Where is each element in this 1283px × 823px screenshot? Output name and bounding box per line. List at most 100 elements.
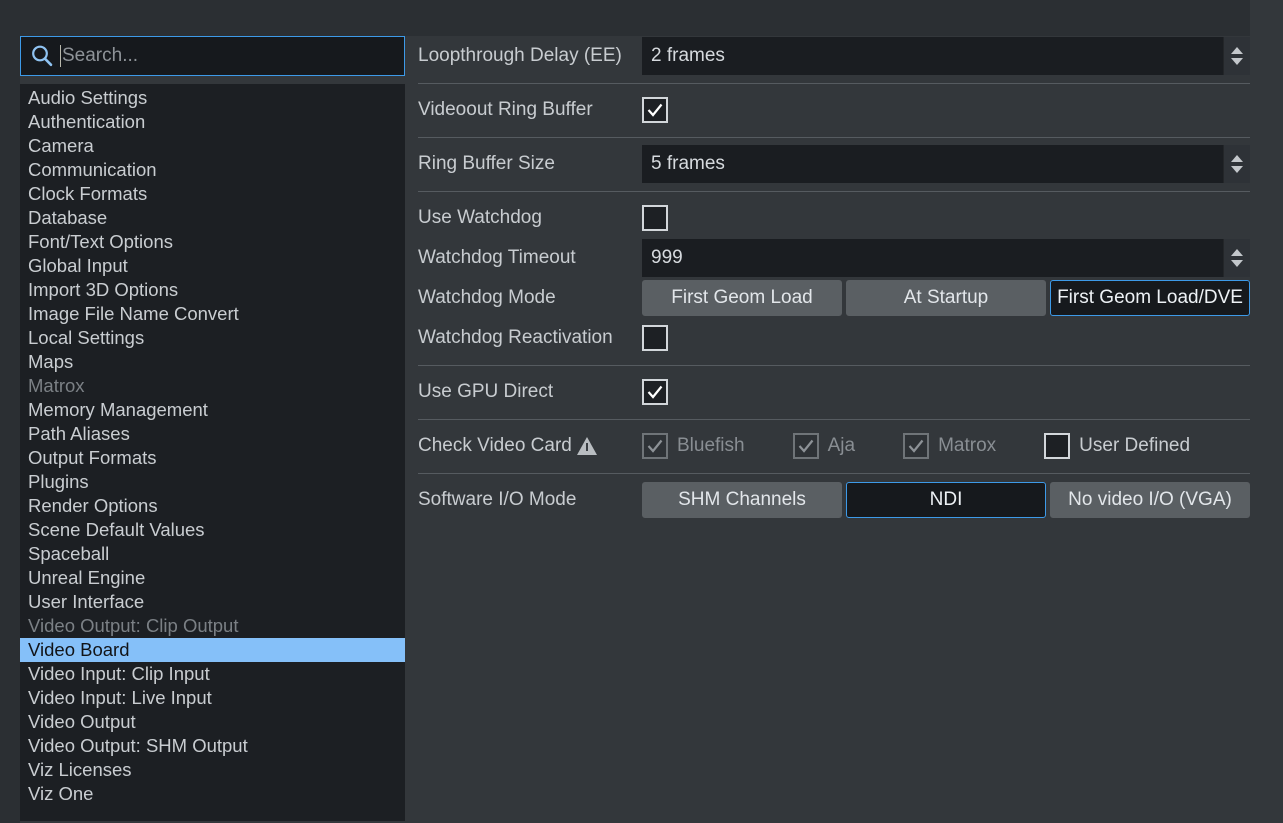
video-board-settings-panel: Loopthrough Delay (EE) Videoout Ring Buf…: [418, 36, 1250, 823]
sidebar-item[interactable]: Render Options: [20, 494, 405, 518]
loopthrough-delay-spinbox[interactable]: [642, 37, 1250, 75]
software-io-mode-option[interactable]: SHM Channels: [642, 482, 842, 518]
video-card-option: Bluefish: [642, 433, 745, 459]
sidebar-item[interactable]: Path Aliases: [20, 422, 405, 446]
sidebar-item[interactable]: Unreal Engine: [20, 566, 405, 590]
sidebar-item[interactable]: Video Output: SHM Output: [20, 734, 405, 758]
video-card-checkbox[interactable]: [1044, 433, 1070, 459]
sidebar-item[interactable]: Memory Management: [20, 398, 405, 422]
divider: [418, 83, 1250, 84]
stepper-down-icon[interactable]: [1231, 166, 1243, 173]
watchdog-reactivation-label: Watchdog Reactivation: [418, 327, 642, 349]
video-card-option: Matrox: [903, 433, 996, 459]
sidebar-item[interactable]: User Interface: [20, 590, 405, 614]
watchdog-timeout-label: Watchdog Timeout: [418, 247, 642, 269]
watchdog-reactivation-checkbox[interactable]: [642, 325, 668, 351]
sidebar-item[interactable]: Video Output: Clip Output: [20, 614, 405, 638]
watchdog-mode-segmented-control[interactable]: First Geom LoadAt StartupFirst Geom Load…: [642, 280, 1250, 316]
sidebar-item[interactable]: Audio Settings: [20, 86, 405, 110]
use-watchdog-label: Use Watchdog: [418, 207, 642, 229]
divider: [418, 191, 1250, 192]
stepper-up-icon[interactable]: [1231, 155, 1243, 162]
check-video-card-options[interactable]: Bluefish Aja Matrox User Defined: [642, 433, 1250, 459]
sidebar-item[interactable]: Spaceball: [20, 542, 405, 566]
video-card-option-label: User Defined: [1079, 435, 1190, 457]
loopthrough-delay-value[interactable]: [642, 38, 1223, 74]
window-right-strip: [1250, 0, 1283, 823]
video-card-checkbox: [903, 433, 929, 459]
divider: [418, 137, 1250, 138]
sidebar-item[interactable]: Clock Formats: [20, 182, 405, 206]
row-ring-buffer-size: Ring Buffer Size: [418, 144, 1250, 184]
sidebar-item[interactable]: Video Input: Live Input: [20, 686, 405, 710]
sidebar-item[interactable]: Communication: [20, 158, 405, 182]
sidebar-item[interactable]: Video Output: [20, 710, 405, 734]
row-loopthrough-delay: Loopthrough Delay (EE): [418, 36, 1250, 76]
row-watchdog-timeout: Watchdog Timeout: [418, 238, 1250, 278]
videoout-ring-buffer-label: Videoout Ring Buffer: [418, 99, 642, 121]
video-card-option-label: Bluefish: [677, 435, 745, 457]
sidebar-item[interactable]: Output Formats: [20, 446, 405, 470]
watchdog-mode-option[interactable]: First Geom Load/DVE: [1050, 280, 1250, 316]
sidebar-item[interactable]: Database: [20, 206, 405, 230]
row-use-gpu-direct: Use GPU Direct: [418, 372, 1250, 412]
sidebar-item[interactable]: Matrox: [20, 374, 405, 398]
software-io-mode-option[interactable]: No video I/O (VGA): [1050, 482, 1250, 518]
settings-sidebar: Audio SettingsAuthenticationCameraCommun…: [20, 36, 405, 823]
software-io-mode-segmented-control[interactable]: SHM ChannelsNDINo video I/O (VGA): [642, 482, 1250, 518]
ring-buffer-size-value[interactable]: [642, 146, 1223, 182]
text-cursor: [60, 45, 61, 67]
watchdog-mode-option[interactable]: At Startup: [846, 280, 1046, 316]
video-card-option-label: Aja: [828, 435, 855, 457]
watchdog-timeout-stepper[interactable]: [1223, 239, 1250, 277]
sidebar-item[interactable]: Video Board: [20, 638, 405, 662]
sidebar-item[interactable]: Font/Text Options: [20, 230, 405, 254]
sidebar-item[interactable]: Local Settings: [20, 326, 405, 350]
software-io-mode-option[interactable]: NDI: [846, 482, 1046, 518]
video-card-option[interactable]: User Defined: [1044, 433, 1190, 459]
ring-buffer-size-label: Ring Buffer Size: [418, 153, 642, 175]
row-watchdog-reactivation: Watchdog Reactivation: [418, 318, 1250, 358]
stepper-down-icon[interactable]: [1231, 58, 1243, 65]
ring-buffer-size-stepper[interactable]: [1223, 145, 1250, 183]
stepper-down-icon[interactable]: [1231, 260, 1243, 267]
watchdog-timeout-value[interactable]: [642, 240, 1223, 276]
sidebar-item[interactable]: Video Input: Clip Input: [20, 662, 405, 686]
watchdog-mode-option[interactable]: First Geom Load: [642, 280, 842, 316]
row-watchdog-mode: Watchdog Mode First Geom LoadAt StartupF…: [418, 278, 1250, 318]
search-input[interactable]: [62, 42, 404, 70]
sidebar-item[interactable]: Global Input: [20, 254, 405, 278]
loopthrough-delay-stepper[interactable]: [1223, 37, 1250, 75]
search-box[interactable]: [20, 36, 405, 76]
sidebar-item[interactable]: Image File Name Convert: [20, 302, 405, 326]
software-io-mode-label: Software I/O Mode: [418, 489, 642, 511]
video-card-option: Aja: [793, 433, 855, 459]
divider: [418, 419, 1250, 420]
search-icon: [29, 43, 55, 69]
watchdog-mode-label: Watchdog Mode: [418, 287, 642, 309]
sidebar-item[interactable]: Import 3D Options: [20, 278, 405, 302]
watchdog-timeout-spinbox[interactable]: [642, 239, 1250, 277]
sidebar-item[interactable]: Viz One: [20, 782, 405, 806]
use-gpu-direct-label: Use GPU Direct: [418, 381, 642, 403]
row-videoout-ring-buffer: Videoout Ring Buffer: [418, 90, 1250, 130]
sidebar-item[interactable]: Plugins: [20, 470, 405, 494]
sidebar-item[interactable]: Camera: [20, 134, 405, 158]
use-watchdog-checkbox[interactable]: [642, 205, 668, 231]
sidebar-item[interactable]: Viz Licenses: [20, 758, 405, 782]
window-left-strip: [0, 0, 20, 823]
divider: [418, 473, 1250, 474]
settings-category-list[interactable]: Audio SettingsAuthenticationCameraCommun…: [20, 84, 405, 821]
divider: [418, 365, 1250, 366]
videoout-ring-buffer-checkbox[interactable]: [642, 97, 668, 123]
stepper-up-icon[interactable]: [1231, 249, 1243, 256]
ring-buffer-size-spinbox[interactable]: [642, 145, 1250, 183]
stepper-up-icon[interactable]: [1231, 47, 1243, 54]
check-video-card-text: Check Video Card: [418, 435, 572, 457]
row-use-watchdog: Use Watchdog: [418, 198, 1250, 238]
sidebar-item[interactable]: Scene Default Values: [20, 518, 405, 542]
sidebar-item[interactable]: Authentication: [20, 110, 405, 134]
window-top-strip: [0, 0, 1283, 36]
use-gpu-direct-checkbox[interactable]: [642, 379, 668, 405]
sidebar-item[interactable]: Maps: [20, 350, 405, 374]
